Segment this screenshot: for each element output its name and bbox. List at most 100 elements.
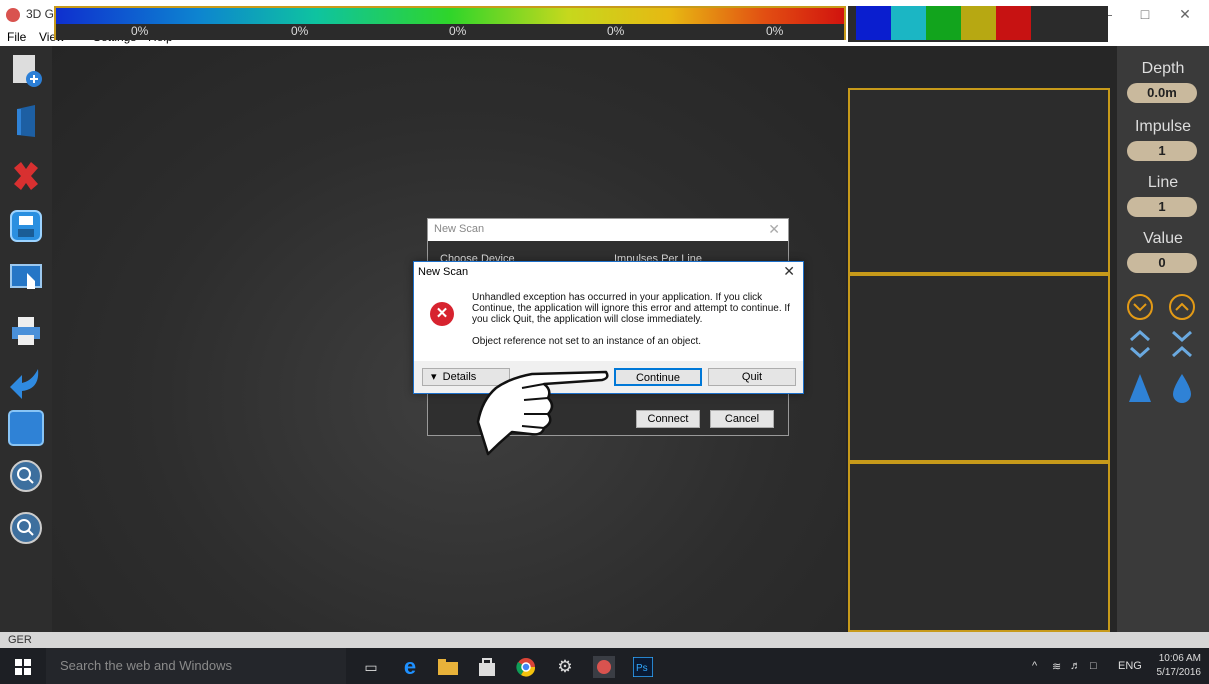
error-dialog-title: New Scan [418,266,469,278]
svg-text:Ps: Ps [636,663,648,674]
pct-label: 0% [607,24,625,38]
app-icon [6,8,20,22]
expand-button[interactable] [1127,328,1153,360]
value-label: Value [1143,230,1183,247]
view-panel-bottom[interactable] [848,462,1110,632]
left-toolbar [0,46,52,632]
zoom-in-icon [10,512,42,544]
triangle-icon [1129,374,1151,402]
zoom-in-button[interactable] [8,510,44,546]
circle-chevron-up-icon [1169,294,1195,320]
pct-label: 0% [449,24,467,38]
book-icon [17,105,35,137]
back-button[interactable] [8,366,44,402]
close-button[interactable]: ✕ [1170,6,1200,23]
chrome-icon[interactable] [515,656,537,678]
quit-button[interactable]: Quit [708,368,796,386]
pct-label: 0% [291,24,309,38]
save-button[interactable] [8,208,44,244]
chevrons-expand-icon [1130,329,1150,359]
error-detail: Object reference not set to an instance … [472,336,702,347]
connect-button[interactable]: Connect [636,410,700,428]
line-value: 1 [1127,197,1197,217]
water-drop-icon [1173,374,1191,403]
error-message: Unhandled exception has occurred in your… [472,292,790,325]
color-swatch-bar [848,6,1108,42]
grid-icon [8,410,44,446]
file-explorer-icon[interactable] [437,656,459,678]
line-label: Line [1147,174,1179,191]
color-gradient-bar: 0% 0% 0% 0% 0% [54,6,846,40]
ger-app-icon[interactable] [593,656,615,678]
printer-icon [12,317,40,345]
language-indicator[interactable]: ENG [1118,660,1142,672]
color-swatch[interactable] [961,6,996,40]
taskbar-clock[interactable]: 10:06 AM 5/17/2016 [1157,652,1202,680]
photoshop-icon[interactable]: Ps [632,656,654,678]
depth-label: Depth [1141,60,1185,77]
new-file-icon [13,55,42,87]
chevrons-collapse-icon [1172,330,1192,358]
clock-time: 10:06 AM [1158,653,1201,664]
view-panel-middle[interactable] [848,274,1110,462]
value-value: 0 [1127,253,1197,273]
gradient-labels: 0% 0% 0% 0% 0% [56,24,844,40]
touch-screen-icon [10,264,42,289]
new-scan-dialog-title: New Scan [434,223,485,235]
close-icon[interactable]: ✕ [783,263,795,280]
continue-button[interactable]: Continue [614,368,702,386]
scroll-up-button[interactable] [1167,292,1197,322]
clock-date: 5/17/2016 [1156,667,1202,678]
caret-down-icon: ▾ [431,371,437,383]
taskbar: Search the web and Windows ▭ e ⚙ Ps ^ ≋ … [0,648,1209,684]
task-view-icon[interactable]: ▭ [360,656,382,678]
status-bar: GER [0,632,1209,648]
cancel-button[interactable]: Cancel [710,410,774,428]
zoom-out-button[interactable] [8,458,44,494]
new-scan-button[interactable] [8,52,44,88]
curved-arrow-icon [10,369,39,399]
edge-icon[interactable]: e [399,654,421,679]
collapse-button[interactable] [1169,328,1195,360]
start-button[interactable] [12,656,34,678]
floppy-icon [10,210,42,242]
grid-button[interactable] [8,410,44,446]
impulse-label: Impulse [1134,118,1192,135]
color-swatch[interactable] [996,6,1031,40]
wifi-icon[interactable]: ≋ [1052,660,1061,673]
notification-icon[interactable]: □ [1090,660,1097,672]
view-panel-top[interactable] [848,88,1110,274]
screen-button[interactable] [8,260,44,296]
delete-button[interactable] [8,158,44,194]
tray-chevron-icon[interactable]: ^ [1032,660,1037,672]
volume-icon[interactable]: ♬ [1070,660,1081,672]
windows-logo-icon [15,659,31,675]
color-swatch[interactable] [891,6,926,40]
depth-value: 0.0m [1127,83,1197,103]
settings-gear-icon[interactable]: ⚙ [554,656,576,678]
close-icon[interactable]: ✕ [768,221,780,238]
pct-label: 0% [766,24,784,38]
new-scan-dialog-header: New Scan ✕ [428,219,788,241]
circle-chevron-down-icon [1127,294,1153,320]
status-text: GER [8,634,32,646]
red-x-icon [14,162,38,190]
zoom-out-icon [10,460,42,492]
color-swatch[interactable] [926,6,961,40]
pct-label: 0% [131,24,149,38]
triangle-button[interactable] [1127,372,1153,404]
print-button[interactable] [8,314,44,350]
store-icon[interactable] [476,656,498,678]
gradient-fill [56,8,844,24]
error-icon: ✕ [430,302,454,326]
scroll-down-button[interactable] [1125,292,1155,322]
color-swatch[interactable] [856,6,891,40]
pointing-hand-icon [476,370,609,456]
error-dialog-header: New Scan ✕ [414,262,803,282]
impulse-value: 1 [1127,141,1197,161]
maximize-button[interactable]: □ [1130,6,1160,22]
drop-button[interactable] [1171,372,1193,404]
open-button[interactable] [8,104,44,140]
menu-file[interactable]: File [7,30,26,44]
taskbar-search-box[interactable]: Search the web and Windows [46,648,346,684]
